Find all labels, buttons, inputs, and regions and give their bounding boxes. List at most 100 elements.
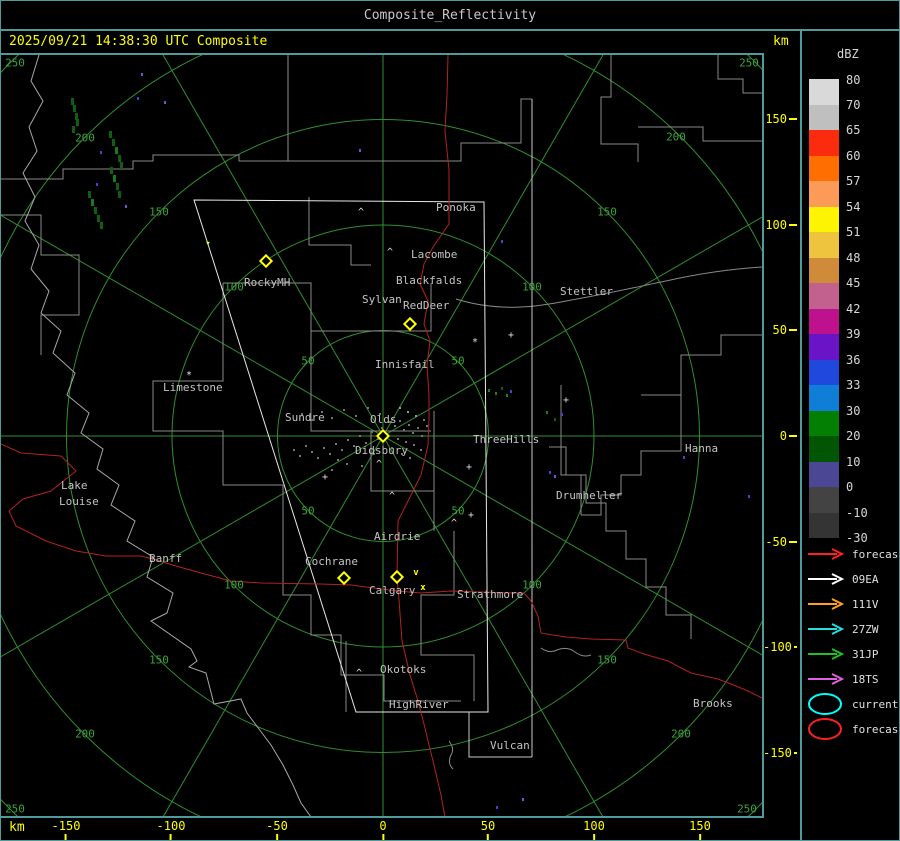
clutter-dot: [397, 438, 399, 440]
precip-speck: [496, 806, 498, 809]
position-ellipse-icon: [808, 693, 842, 715]
precip-echo: [118, 155, 121, 162]
legend-label: forecast: [852, 722, 900, 736]
range-ring-label: 100: [224, 280, 244, 294]
x-axis-tick-mark: [276, 834, 278, 840]
dbz-scale-value: -30: [846, 531, 868, 545]
y-axis-tick-mark: [793, 752, 797, 754]
precip-speck: [522, 798, 524, 801]
range-ring-label: 150: [149, 653, 169, 667]
y-axis-tick: 100: [763, 218, 797, 232]
y-axis-tick: 0: [763, 429, 797, 443]
km-unit-label-top: km: [773, 34, 789, 49]
precip-speck: [164, 101, 166, 104]
city-label: Calgary: [369, 584, 416, 597]
clutter-dot: [408, 424, 410, 426]
range-ring-label: 200: [666, 130, 686, 144]
x-axis-tick-mark: [486, 834, 489, 840]
x-axis-tick-label: 50: [480, 819, 496, 833]
legend-row: forecast: [807, 547, 900, 561]
window-title: Composite_Reflectivity: [363, 8, 537, 23]
range-ring-label: 150: [149, 205, 169, 219]
dbz-color-block: [809, 105, 839, 130]
y-axis-tick-mark: [789, 435, 797, 437]
town-marker: *: [471, 337, 479, 348]
clutter-dot: [407, 411, 409, 413]
clutter-dot: [331, 469, 333, 471]
clutter-dot: [405, 441, 407, 443]
town-marker: *: [185, 370, 193, 381]
track-arrow-icon: [808, 598, 845, 610]
precip-speck: [137, 97, 139, 100]
clutter-dot: [341, 449, 343, 451]
city-label: Strathmore: [457, 588, 524, 601]
clutter-dot: [311, 451, 313, 453]
range-ring-label: 250: [5, 802, 25, 816]
clutter-dot: [335, 443, 337, 445]
city-label: Banff: [149, 552, 183, 565]
city-label: Louise: [59, 495, 99, 508]
range-ring-label: 200: [75, 131, 95, 145]
city-label: Limestone: [163, 381, 223, 394]
precip-speck: [359, 149, 361, 152]
town-marker: ^: [386, 247, 394, 258]
dbz-scale-value: 0: [846, 480, 854, 494]
dbz-color-block: [809, 79, 839, 105]
precip-speck: [546, 411, 548, 414]
clutter-dot: [409, 457, 411, 459]
range-ring-label: 200: [75, 727, 95, 741]
x-axis-tick: -150: [52, 819, 80, 840]
precip-speck: [488, 389, 490, 392]
storm-glyph-icon: v: [413, 568, 419, 578]
clutter-dot: [367, 407, 369, 409]
city-label: Sylvan: [362, 293, 402, 306]
clutter-dot: [355, 415, 357, 417]
clutter-dot: [399, 420, 401, 422]
dbz-color-block: [809, 130, 839, 156]
y-axis-tick-mark: [789, 118, 797, 120]
precip-echo: [112, 139, 115, 146]
dbz-color-block: [809, 181, 839, 207]
bottom-axis-bar: km: [1, 818, 800, 840]
precip-speck: [683, 456, 685, 459]
precip-echo: [109, 131, 112, 138]
dbz-scale-value: 57: [846, 174, 861, 188]
clutter-dot: [293, 449, 295, 451]
dbz-color-block: [809, 360, 839, 385]
precip-speck: [141, 73, 143, 76]
legend-label: forecast: [852, 547, 900, 561]
precip-speck: [506, 394, 508, 397]
range-ring-label: 150: [597, 205, 617, 219]
city-label: Ponoka: [436, 201, 476, 214]
town-marker: ^: [355, 668, 363, 679]
precip-echo: [97, 215, 100, 222]
x-axis-tick-label: 100: [583, 819, 605, 833]
dbz-scale-value: 45: [846, 276, 861, 290]
track-arrow-icon: [808, 623, 845, 635]
city-label: Airdrie: [374, 530, 421, 543]
clutter-dot: [359, 435, 361, 437]
legend-label: 31JP: [852, 647, 879, 661]
precip-echo: [88, 191, 91, 198]
track-arrow-icon: [808, 573, 845, 585]
y-axis-tick: -100: [763, 640, 797, 654]
x-axis-tick-mark: [593, 834, 595, 840]
city-label: Lacombe: [411, 248, 458, 261]
city-label: Olds: [370, 413, 397, 426]
radar-map-canvas[interactable]: 50 50 50 50 100 100 100 100 150 150 150 150 200 200 20…: [1, 55, 762, 817]
precip-speck: [561, 413, 563, 416]
precip-echo: [120, 162, 123, 169]
x-axis-tick: 150: [689, 819, 711, 840]
track-arrow-icon: [808, 673, 845, 685]
legend-label: current: [852, 697, 899, 711]
y-axis-tick-label: 100: [765, 218, 787, 232]
precip-speck: [554, 475, 556, 478]
town-marker: ^: [375, 459, 383, 470]
clutter-dot: [343, 409, 345, 411]
range-ring-label: 100: [522, 578, 542, 592]
precip-speck: [100, 151, 102, 154]
dbz-scale-value: 42: [846, 302, 861, 316]
precip-echo: [110, 167, 113, 174]
dbz-color-block: [809, 436, 839, 462]
x-axis-tick: 100: [583, 819, 605, 840]
